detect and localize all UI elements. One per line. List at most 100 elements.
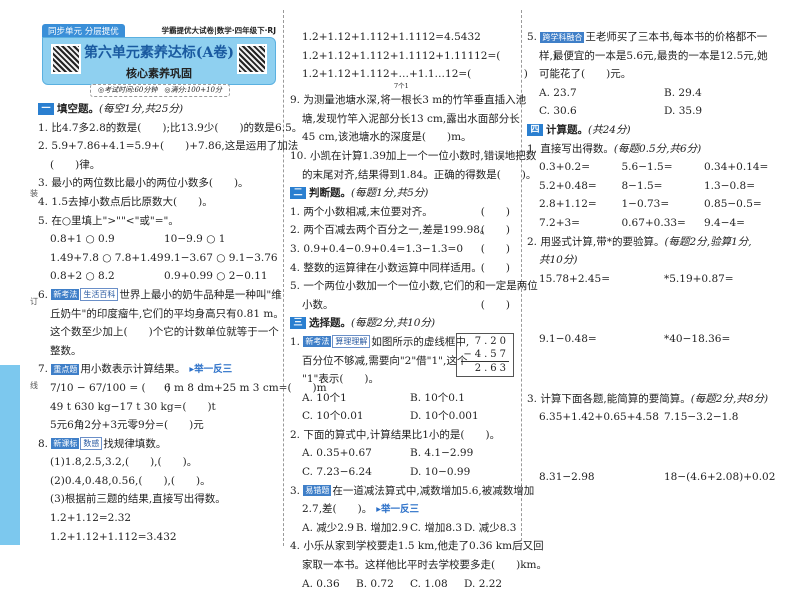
question-line: 5.2+0.48= 8−1.5= 1.3−0.8= (527, 177, 789, 196)
question-option: 0.9+0.99 ○ 2−0.11 (164, 270, 268, 283)
calc-item: 7.2+3= (539, 216, 580, 229)
question-line: 家取一本书。这样他比平时去学校要多走( )km。 (290, 556, 547, 575)
right-column: 5. 跨学科融合 王老师买了三本书,每本书的价格都不一样,最便宜的一本是5.6元,… (527, 28, 789, 487)
question-text: 世界上最小的奶牛品种是一种叫"维 (119, 288, 282, 301)
question-line: C. 30.6 D. 35.9 (527, 102, 789, 121)
question-line: 5. 在○里填上">""<"或"="。 (38, 212, 278, 231)
question-option: D. 10−0.99 (410, 466, 471, 479)
score-note: (每题1分,共5分) (351, 187, 429, 200)
question-text: 5. 一个两位小数加一个一位小数,它们的和一定是两位 (290, 280, 538, 293)
exam-subtitle: 核心素养巩固 (126, 67, 192, 80)
calc-item: 5.2+0.48= (539, 179, 597, 192)
question-option: C. 1.08 (410, 577, 448, 590)
question-text: 5元6角2分+3元零9分=( )元 (50, 419, 204, 432)
calc-item: 9.4−4= (704, 216, 745, 229)
column-divider (283, 10, 284, 546)
question-line: 2.7,差( )。 ▸举一反三 (290, 500, 518, 519)
question-line: 5. 跨学科融合 王老师买了三本书,每本书的价格都不一 (527, 28, 789, 47)
question-text: 王老师买了三本书,每本书的价格都不一 (585, 31, 768, 43)
binding-mark: 线 (30, 381, 38, 390)
calc-item: 2.8+1.12= (539, 198, 597, 211)
question-line: 2. 用竖式计算,带*的要验算。(每题2分,验算1分, (527, 233, 789, 252)
section-heading: 四计算题。(共24分) (527, 121, 789, 140)
question-line: 1. 比4.7多2.8的数是( );比13.9少( )的数是6.5。 (38, 119, 302, 138)
question-text: 1.2+1.12=2.32 (50, 512, 132, 525)
question-text: 9. 为测量池塘水深,将一根长3 m的竹竿垂直插入池 (290, 94, 527, 107)
question-text: 2. 下面的算式中,计算结果比1小的是( )。 (290, 428, 501, 441)
question-line: 15.78+2.45= *5.19+0.87= (527, 270, 789, 330)
question-line: 9.1−0.48= *40−18.36= (527, 330, 789, 390)
question-text: 10. 小凯在计算1.39加上一个一位小数时,错误地把数 (290, 149, 537, 162)
question-option: A. 减少2.9 (302, 521, 354, 534)
question-line: 百分位不够减,需要向"2"借"1",这个 (290, 352, 518, 371)
answer-blank[interactable]: ( ) (481, 259, 510, 278)
exam-title: 第六单元素养达标(A卷) (83, 45, 235, 61)
question-text: 5. 在○里填上">""<"或"="。 (38, 214, 179, 227)
answer-blank[interactable]: ( ) (481, 221, 510, 240)
question-text: 样,最便宜的一本是5.6元,最贵的一本是12.5元,她 (539, 49, 768, 62)
question-text: 2. 5.9+7.86+4.1=5.9+( )+7.86,这是运用了加法 (38, 140, 299, 153)
answer-blank[interactable]: ( ) (481, 240, 510, 259)
question-line: 4. 1.5去掉小数点后比原数大( )。 (38, 193, 278, 212)
left-column: 一填空题。(每空1分,共25分) 1. 比4.7多2.8的数是( );比13.9少… (38, 100, 327, 546)
score-note: 共10分) (539, 254, 578, 267)
question-option: *40−18.36= (664, 332, 731, 345)
question-text: 2.7,差( )。 (302, 503, 373, 516)
question-option: A. 0.36 (302, 577, 340, 590)
variant-practice-link[interactable]: ▸举一反三 (376, 504, 419, 515)
question-text: 1. 比4.7多2.8的数是( );比13.9少( )的数是6.5。 (38, 121, 303, 134)
score-note: (每题2分,共10分) (351, 317, 436, 330)
question-line: 2.8+1.12= 1−0.73= 0.85−0.5= (527, 195, 789, 214)
question-line: 1.2+1.12+1.112+1.1112+1.11112=( ) (290, 47, 557, 66)
answer-blank[interactable]: ( ) (481, 296, 510, 315)
question-line: 1.49+7.8 ○ 7.8+1.499.1−3.67 ○ 9.1−3.76 (38, 249, 278, 268)
score-note: (共24分) (588, 123, 631, 136)
section-heading: 三选择题。(每题2分,共10分) (290, 314, 518, 333)
question-line: 6.35+1.42+0.65+4.58 7.15−3.2−1.8 (527, 408, 789, 468)
calc-item: 0.85−0.5= (704, 198, 762, 211)
question-line: 共10分) (527, 251, 789, 270)
variant-practice-link[interactable]: ▸举一反三 (189, 364, 232, 375)
question-line: 这个数至少加上( )个它的计数单位就等于一个 (38, 323, 279, 342)
question-option: 7.15−3.2−1.8 (664, 411, 739, 424)
question-line: A. 减少2.9 B. 增加2.9 C. 增加8.3 D. 减少8.3 (290, 519, 518, 538)
question-line: 5. 一个两位小数加一个一位小数,它们的和一定是两位 (290, 277, 538, 296)
section-heading: 二判断题。(每题1分,共5分) (290, 184, 518, 203)
question-text: 49 t 630 kg−17 t 30 kg=( )t (50, 400, 216, 413)
question-option: C. 增加8.3 (410, 521, 463, 534)
question-option: D. 10个0.001 (410, 410, 479, 423)
calc-item: 0.67+0.33= (621, 216, 686, 229)
section-heading: 一填空题。(每空1分,共25分) (38, 100, 278, 119)
question-text: 判断题。 (309, 187, 351, 200)
question-text: 这个数至少加上( )个它的计数单位就等于一个 (50, 326, 279, 339)
question-text: 小数。 (302, 298, 334, 311)
question-option: C. 30.6 (539, 105, 577, 118)
question-line: 1. 直接写出得数。(每题0.5分,共6分) (527, 140, 789, 159)
question-option: D. 减少8.3 (464, 521, 517, 534)
question-option: 6 m 8 dm+25 m 3 cm=( )m (164, 381, 327, 394)
question-option: C. 7.23−6.24 (302, 466, 372, 479)
subtraction-row: 7.20 (474, 335, 509, 347)
question-text: 计算题。 (546, 123, 588, 136)
question-text: 整数。 (50, 344, 82, 357)
score-note: (每题2分,验算1分, (664, 235, 752, 248)
question-number: 1. (290, 335, 304, 348)
question-text: 用小数表示计算结果。 (80, 363, 186, 376)
question-tag-badge: 新考法 (303, 336, 332, 348)
question-text: 4. 1.5去掉小数点后比原数大( )。 (38, 195, 213, 208)
calc-item: 5.6−1.5= (621, 161, 673, 174)
question-line: 3. 计算下面各题,能简算的要简算。(每题2分,共8分) (527, 390, 789, 409)
question-line: A. 0.35+0.67 B. 4.1−2.99 (290, 444, 518, 463)
question-text: 塘,发现竹竿入泥部分长13 cm,露出水面部分长 (302, 112, 520, 125)
section-number-icon: 一 (38, 103, 54, 115)
calc-item: 1−0.73= (621, 198, 670, 211)
question-line: 0.3+0.2= 5.6−1.5= 0.34+0.14= (527, 158, 789, 177)
question-tag-badge: 算理理解 (332, 335, 371, 349)
question-text: 填空题。 (57, 103, 99, 115)
binding-mark: 装 (30, 189, 38, 198)
question-text: 可能花了( )元。 (539, 68, 632, 81)
question-text: (2)0.4,0.48,0.56,( ),( )。 (50, 474, 211, 487)
answer-blank[interactable]: ( ) (481, 203, 510, 222)
question-text: 45 cm,该池塘水的深度是( )m。 (302, 131, 472, 144)
question-option: B. 10个0.1 (410, 391, 465, 404)
